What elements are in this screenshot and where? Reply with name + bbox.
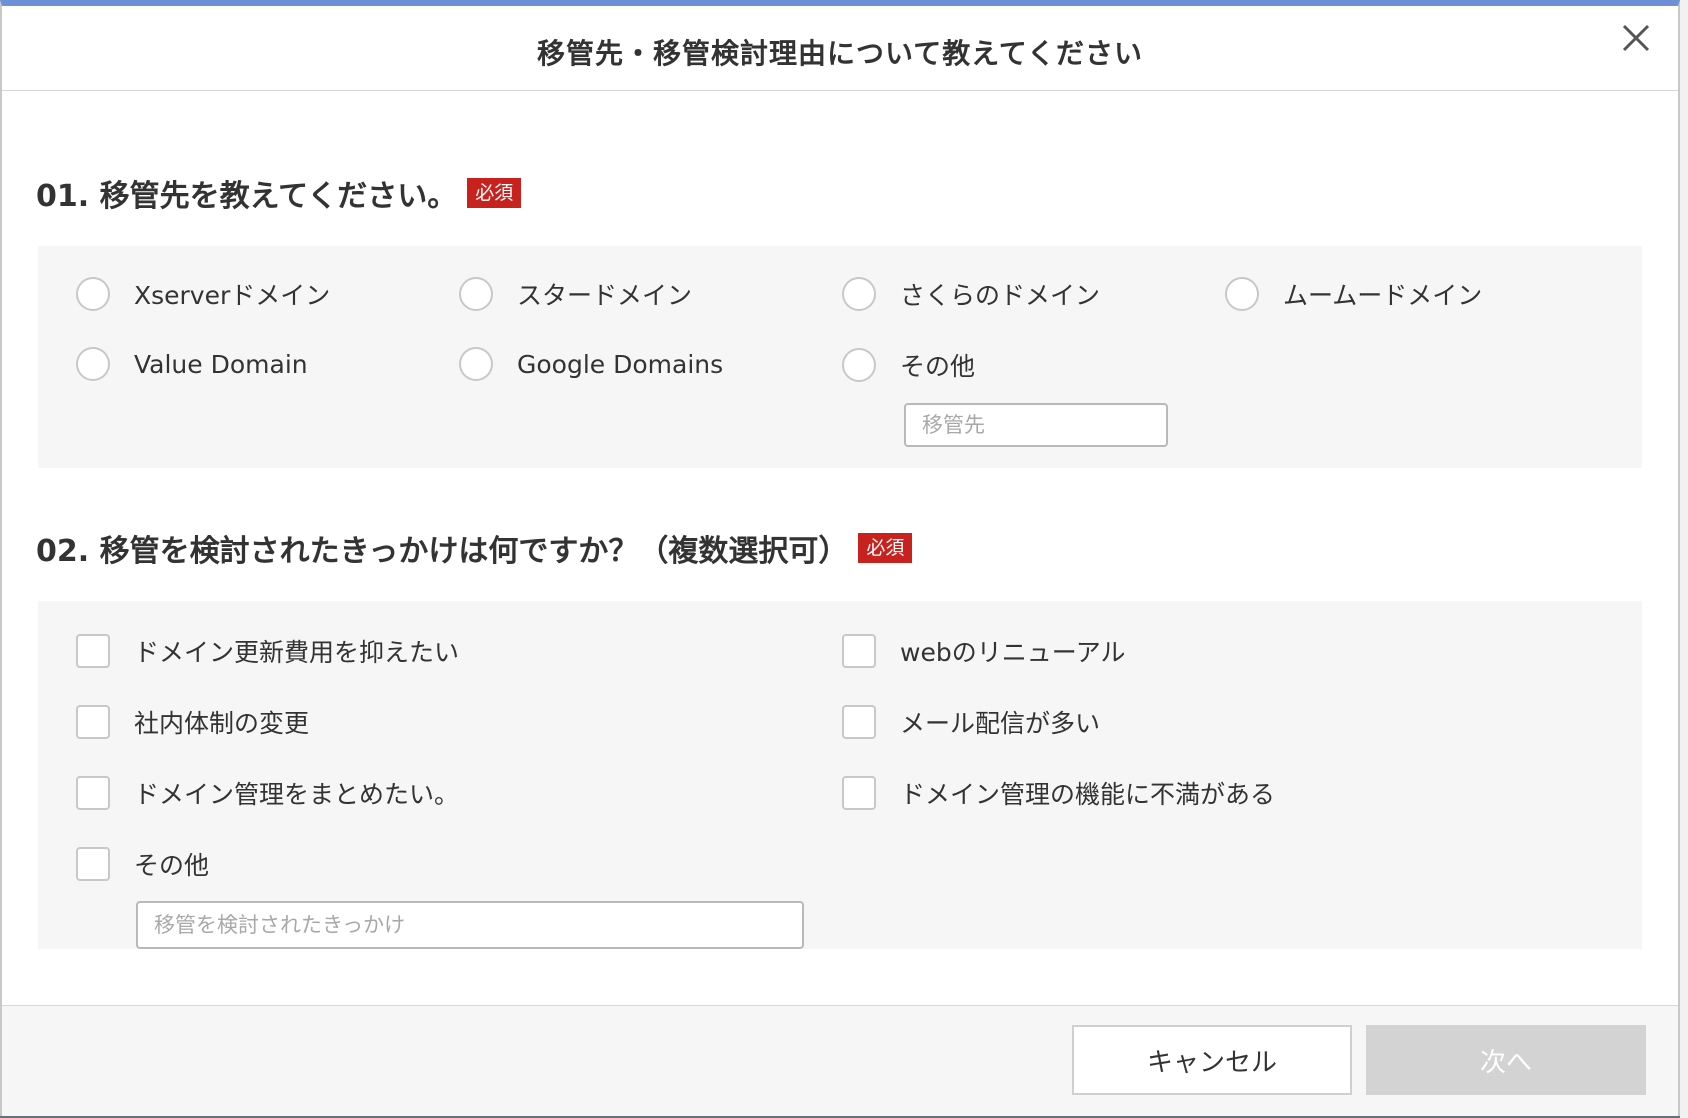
- checkbox[interactable]: [76, 705, 110, 739]
- checkbox-label: その他: [134, 851, 210, 880]
- checkbox[interactable]: [76, 634, 110, 668]
- checkbox-label: 社内体制の変更: [134, 709, 310, 738]
- close-button[interactable]: [1616, 18, 1656, 58]
- question-2-options-panel: ドメイン更新費用を抑えたい webのリニューアル 社内体制の変更 メール配信が多…: [38, 601, 1642, 949]
- radio-option-xserver[interactable]: Xserverドメイン: [76, 276, 330, 312]
- radio-button[interactable]: [459, 347, 493, 381]
- radio-button[interactable]: [76, 347, 110, 381]
- question-1-text: 01. 移管先を教えてください。: [36, 179, 458, 214]
- modal-body: 01. 移管先を教えてください。 必須 Xserverドメイン スタードメイン …: [2, 91, 1678, 1006]
- background-edge: [1680, 0, 1688, 1118]
- radio-button[interactable]: [1225, 277, 1259, 311]
- checkbox-label: ドメイン管理の機能に不満がある: [900, 780, 1276, 809]
- checkbox[interactable]: [842, 634, 876, 668]
- checkbox[interactable]: [842, 705, 876, 739]
- modal-header: 移管先・移管検討理由について教えてください: [2, 6, 1678, 91]
- checkbox-label: ドメイン更新費用を抑えたい: [134, 638, 460, 667]
- radio-label: さくらのドメイン: [900, 281, 1101, 310]
- checkbox-option-dissatisfied-features[interactable]: ドメイン管理の機能に不満がある: [842, 775, 1275, 811]
- checkbox-option-many-mail[interactable]: メール配信が多い: [842, 704, 1100, 740]
- radio-option-other[interactable]: その他: [842, 347, 975, 383]
- radio-button[interactable]: [842, 277, 876, 311]
- transfer-destination-input[interactable]: [904, 403, 1168, 447]
- checkbox[interactable]: [76, 776, 110, 810]
- question-1-title: 01. 移管先を教えてください。 必須: [36, 171, 522, 215]
- checkbox-label: webのリニューアル: [900, 638, 1126, 667]
- checkbox-option-web-renewal[interactable]: webのリニューアル: [842, 633, 1125, 669]
- radio-option-value-domain[interactable]: Value Domain: [76, 347, 308, 381]
- radio-option-google-domains[interactable]: Google Domains: [459, 347, 723, 381]
- checkbox-option-org-change[interactable]: 社内体制の変更: [76, 704, 309, 740]
- question-2-text: 02. 移管を検討されたきっかけは何ですか？（複数選択可）: [36, 534, 849, 569]
- radio-label: Google Domains: [517, 349, 724, 379]
- radio-button[interactable]: [76, 277, 110, 311]
- radio-label: Value Domain: [134, 349, 308, 379]
- radio-label: スタードメイン: [517, 281, 693, 310]
- modal-footer: キャンセル 次へ: [2, 1005, 1678, 1116]
- checkbox[interactable]: [842, 776, 876, 810]
- close-icon: [1622, 24, 1650, 52]
- transfer-survey-modal: 移管先・移管検討理由について教えてください 01. 移管先を教えてください。 必…: [0, 0, 1680, 1116]
- modal-title: 移管先・移管検討理由について教えてください: [537, 37, 1143, 70]
- radio-button[interactable]: [842, 348, 876, 382]
- radio-option-muumuu-domain[interactable]: ムームードメイン: [1225, 276, 1482, 312]
- question-1-options-panel: Xserverドメイン スタードメイン さくらのドメイン ムームードメイン Va…: [38, 246, 1642, 468]
- checkbox[interactable]: [76, 847, 110, 881]
- radio-option-star-domain[interactable]: スタードメイン: [459, 276, 692, 312]
- radio-label: ムームードメイン: [1283, 281, 1483, 310]
- checkbox-option-consolidate-management[interactable]: ドメイン管理をまとめたい。: [76, 775, 459, 811]
- checkbox-label: ドメイン管理をまとめたい。: [134, 780, 460, 809]
- radio-option-sakura-domain[interactable]: さくらのドメイン: [842, 276, 1100, 312]
- radio-label: その他: [900, 352, 976, 381]
- next-button[interactable]: 次へ: [1366, 1025, 1646, 1095]
- radio-label: Xserverドメイン: [134, 281, 331, 310]
- checkbox-option-reduce-renewal-cost[interactable]: ドメイン更新費用を抑えたい: [76, 633, 459, 669]
- required-badge: 必須: [467, 178, 522, 208]
- required-badge: 必須: [858, 533, 913, 563]
- checkbox-label: メール配信が多い: [900, 709, 1101, 738]
- cancel-button[interactable]: キャンセル: [1072, 1025, 1352, 1095]
- question-2-title: 02. 移管を検討されたきっかけは何ですか？（複数選択可） 必須: [36, 526, 913, 570]
- radio-button[interactable]: [459, 277, 493, 311]
- checkbox-option-other[interactable]: その他: [76, 846, 209, 882]
- transfer-reason-input[interactable]: [136, 901, 804, 949]
